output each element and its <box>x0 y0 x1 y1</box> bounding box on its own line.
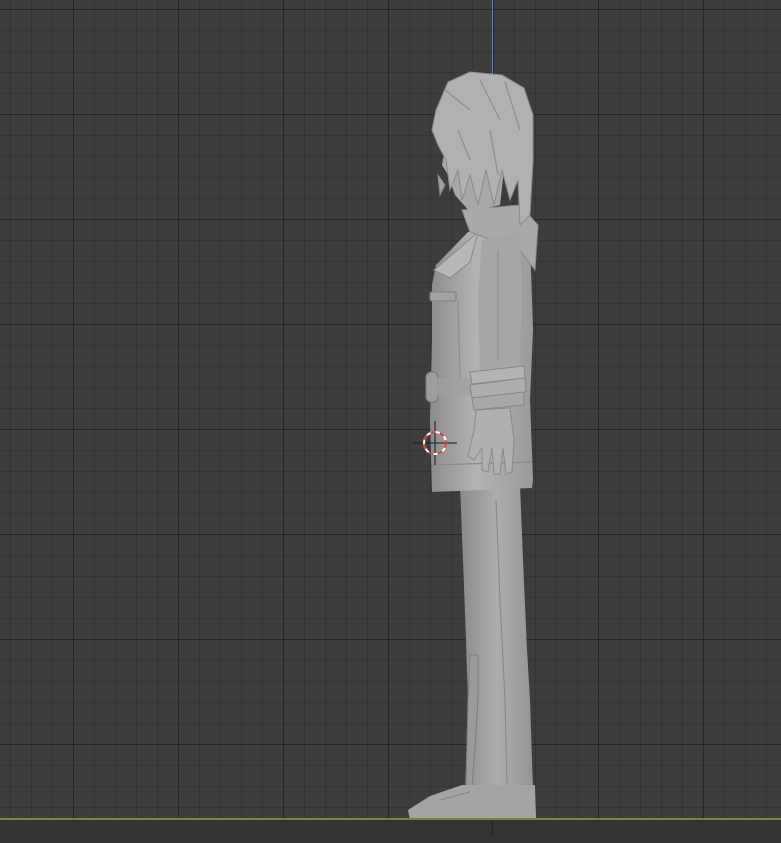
3d-viewport[interactable] <box>0 0 781 843</box>
viewport-floor <box>0 820 781 843</box>
origin-tick <box>492 820 493 835</box>
3d-cursor-icon[interactable] <box>0 0 781 843</box>
